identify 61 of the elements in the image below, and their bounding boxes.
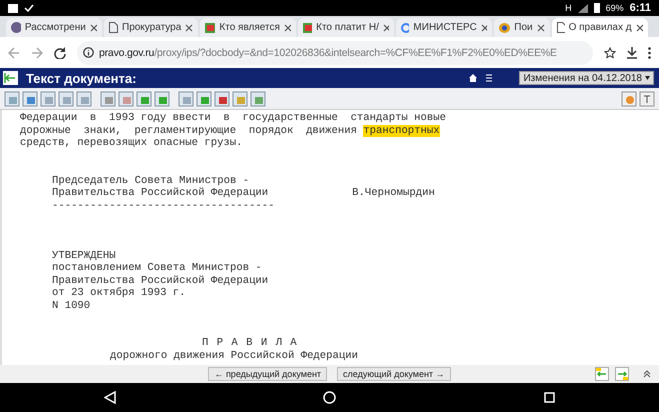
document-line: от 23 октября 1993 г.: [52, 287, 186, 300]
check-icon: [24, 4, 34, 12]
previous-document-button[interactable]: ← предыдущий документ: [208, 367, 328, 381]
back-arrow-icon[interactable]: [3, 71, 18, 85]
browser-tab[interactable]: Рассмотрени: [6, 18, 102, 37]
scroll-top-icon[interactable]: [643, 370, 651, 378]
document-line: Правительства Российской Федерации: [52, 274, 268, 287]
download-icon[interactable]: [627, 46, 637, 58]
image-icon: [8, 4, 18, 12]
reload-icon[interactable]: [54, 46, 66, 58]
document-line: средств, перевозящих опасные грузы.: [20, 137, 243, 150]
browser-tab[interactable]: Кто является: [200, 18, 296, 37]
page-icon: [109, 22, 118, 33]
browser-tab[interactable]: МИНИСТЕРС: [396, 18, 492, 37]
avatar-icon: [11, 22, 21, 33]
network-type: H: [565, 3, 572, 13]
recents-icon[interactable]: [544, 392, 556, 403]
document-line: дорожные знаки, регламентирующие порядок движения транспортных: [20, 124, 440, 137]
browser-tab[interactable]: Прокуратура: [104, 18, 198, 37]
next-document-button[interactable]: следующий документ →: [337, 367, 451, 381]
next-icon[interactable]: [615, 367, 629, 381]
dashed-rule: -----------------------------------: [52, 200, 275, 212]
document-line: N 1090: [52, 300, 90, 312]
browser-tab[interactable]: Пои: [494, 18, 550, 37]
revision-select[interactable]: Изменения на 04.12.2018: [519, 71, 654, 85]
close-icon[interactable]: [284, 24, 292, 32]
site-logo-icon: [205, 22, 216, 32]
browser-tab[interactable]: Кто платит Н/: [298, 18, 394, 37]
document-line: П Р А В И Л А: [202, 337, 298, 350]
home-icon[interactable]: [469, 74, 478, 82]
battery-level: 69%: [606, 3, 624, 13]
list-icon[interactable]: [485, 74, 494, 82]
caret-icon: [645, 76, 650, 80]
previous-icon[interactable]: [595, 367, 609, 381]
close-icon[interactable]: [382, 24, 390, 32]
emblem-icon: [499, 22, 510, 32]
document-line: дорожного движения Российской Федерации: [110, 350, 358, 362]
menu-icon[interactable]: [648, 46, 651, 58]
star-icon[interactable]: [604, 46, 616, 58]
home-icon[interactable]: [323, 391, 336, 404]
address-field[interactable]: pravo.gov.ru/proxy/ips/?docbody=&nd=102026836&intelsearch=%CF%EE%F1%F2%E0%ED%EE%E: [77, 40, 593, 64]
close-icon[interactable]: [536, 24, 545, 32]
signature-name: В.Черномырдин: [352, 187, 435, 200]
document-line: Правительства Российской Федерации: [52, 187, 268, 200]
close-icon[interactable]: [636, 24, 643, 32]
document-line: постановлением Совета Министров -: [52, 262, 262, 274]
signal-icon: [578, 4, 588, 12]
close-icon[interactable]: [480, 24, 488, 32]
document-line: Председатель Совета Министров -: [52, 174, 250, 187]
forward-icon[interactable]: [31, 46, 43, 58]
page-icon: [556, 22, 565, 33]
site-logo-icon: [303, 22, 312, 32]
font-size-icon[interactable]: [639, 90, 655, 106]
close-icon[interactable]: [90, 24, 97, 32]
browser-tab[interactable]: О правилах д: [552, 18, 648, 37]
document-line: Федерации в 1993 году ввести в государственные стандарты новые: [20, 112, 446, 124]
header-title: Текст документа:: [26, 70, 138, 86]
close-icon[interactable]: [185, 24, 194, 32]
document-line: УТВЕРЖДЕНЫ: [52, 250, 116, 262]
clock: 6:11: [630, 2, 651, 14]
battery-icon: [594, 3, 600, 13]
